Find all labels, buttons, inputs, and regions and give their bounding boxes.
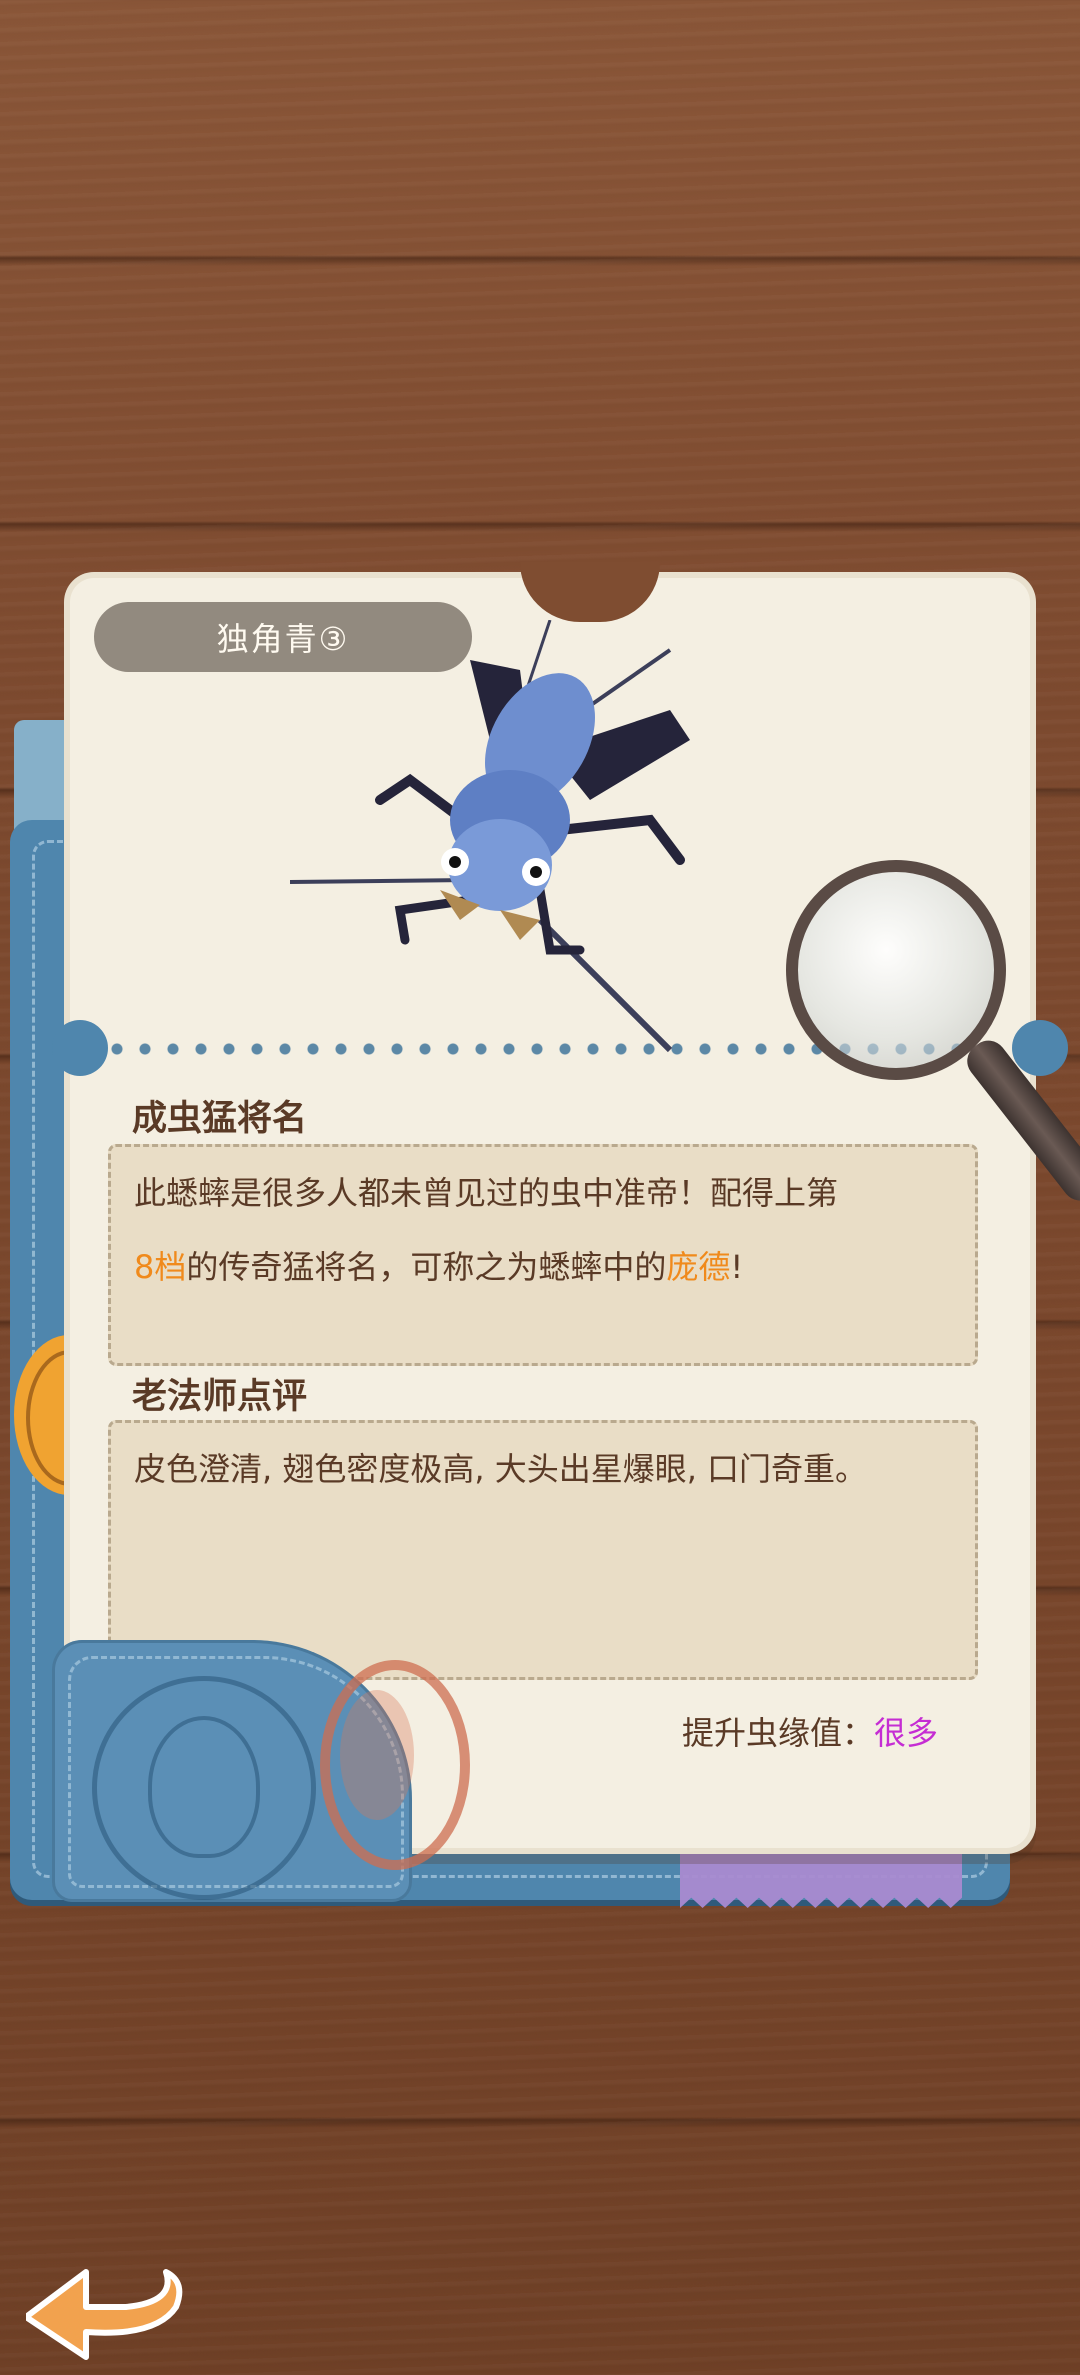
reward-line: 提升虫缘值：很多 xyxy=(682,1708,938,1754)
emblem-portrait xyxy=(148,1716,260,1858)
general-desc-mid: 的传奇猛将名，可称之为蟋蟀中的 xyxy=(186,1248,667,1286)
cricket-illustration xyxy=(290,620,690,1053)
general-desc-end: ! xyxy=(730,1248,744,1286)
general-desc-line2: 8档的传奇猛将名，可称之为蟋蟀中的庞德! xyxy=(134,1242,743,1288)
back-arrow-icon[interactable] xyxy=(26,2262,196,2362)
general-desc-line1: 此蟋蟀是很多人都未曾见过的虫中准帝！配得上第 xyxy=(134,1174,839,1212)
general-name-highlight: 庞德 xyxy=(666,1248,731,1286)
reward-label: 提升虫缘值： xyxy=(682,1714,875,1752)
review-text: 皮色澄清, 翅色密度极高, 大头出星爆眼, 口门奇重。 xyxy=(134,1450,868,1488)
reward-value: 很多 xyxy=(874,1714,939,1752)
card-notch-right xyxy=(1012,1020,1068,1076)
grade-highlight: 8档 xyxy=(134,1248,187,1286)
review-label: 老法师点评 xyxy=(132,1377,308,1417)
general-name-label: 成虫猛将名 xyxy=(132,1099,308,1139)
card-notch-left xyxy=(52,1020,108,1076)
red-seal-inner xyxy=(340,1690,414,1820)
